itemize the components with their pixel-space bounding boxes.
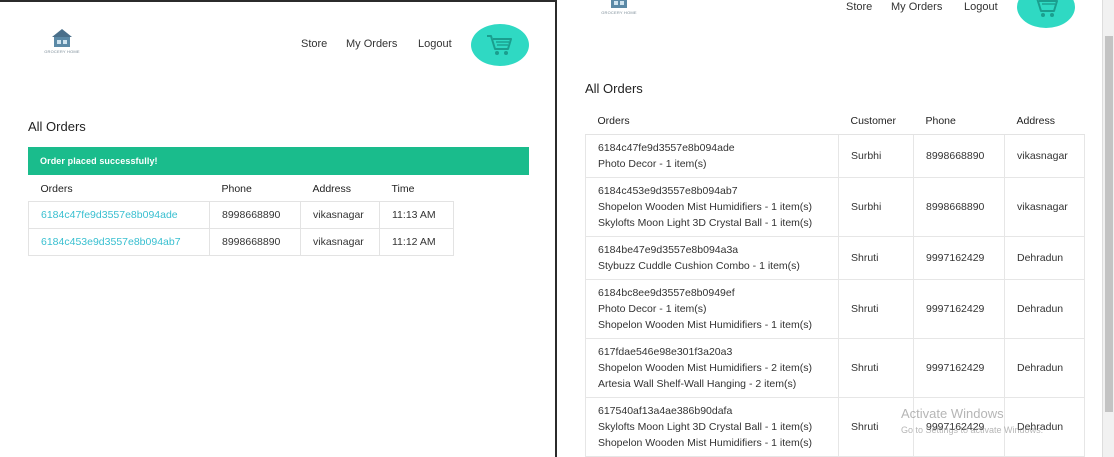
house-logo-icon	[52, 29, 72, 37]
address-cell: Dehradun	[1004, 235, 1085, 280]
table-header-row: Orders Customer Phone Address	[585, 108, 1085, 135]
address-cell: Dehradun	[1004, 278, 1085, 339]
order-item: Photo Decor - 1 item(s)	[598, 302, 707, 315]
left-window: GROCERY HOME Store My Orders Logout All …	[0, 0, 557, 457]
order-id: 6184be47e9d3557e8b094a3a	[598, 243, 739, 256]
phone-cell: 9997162429	[913, 337, 1005, 398]
table-row: 6184c453e9d3557e8b094ab7 8998668890 vika…	[28, 227, 454, 256]
time-cell: 11:13 AM	[379, 200, 454, 229]
shopping-cart-icon	[1036, 0, 1058, 17]
column-header: Orders	[40, 182, 73, 195]
order-item: Artesia Wall Shelf-Wall Hanging - 2 item…	[598, 377, 797, 390]
brand-logo[interactable]: GROCERY HOME	[42, 29, 82, 55]
page-title: All Orders	[585, 81, 643, 96]
column-header: Time	[391, 182, 415, 195]
nav-my-orders-link[interactable]: My Orders	[891, 1, 942, 13]
order-cell: 617fdae546e98e301f3a20a3 Shopelon Wooden …	[585, 337, 839, 398]
brand-name: GROCERY HOME	[601, 10, 637, 15]
all-orders-table: Orders Customer Phone Address 6184c47fe9…	[585, 108, 1085, 457]
order-item: Stybuzz Cuddle Cushion Combo - 1 item(s)	[598, 259, 800, 272]
nav-logout-link[interactable]: Logout	[418, 38, 452, 50]
activation-watermark-subtitle: Go to Settings to activate Windows.	[901, 425, 1044, 435]
phone-cell: 9997162429	[913, 278, 1005, 339]
phone-cell: 8998668890	[209, 200, 301, 229]
phone-cell: 9997162429	[913, 235, 1005, 280]
page-title: All Orders	[28, 119, 86, 134]
order-cell: 6184be47e9d3557e8b094a3a Stybuzz Cuddle C…	[585, 235, 839, 280]
table-row: 6184be47e9d3557e8b094a3a Stybuzz Cuddle C…	[585, 235, 1085, 280]
order-cell: 6184bc8ee9d3557e8b0949ef Photo Decor - 1 …	[585, 278, 839, 339]
time-cell: 11:12 AM	[379, 227, 454, 256]
address-cell: vikasnagar	[300, 227, 380, 256]
activation-watermark-title: Activate Windows	[901, 406, 1004, 421]
column-header: Customer	[838, 108, 914, 135]
table-row: 6184c453e9d3557e8b094ab7 Shopelon Wooden …	[585, 176, 1085, 237]
brand-logo[interactable]: GROCERY HOME	[599, 0, 639, 16]
order-item: Shopelon Wooden Mist Humidifiers - 1 ite…	[598, 318, 812, 331]
order-id-link[interactable]: 6184c453e9d3557e8b094ab7	[28, 227, 210, 256]
order-id: 6184c47fe9d3557e8b094ade	[598, 141, 735, 154]
nav-my-orders-link[interactable]: My Orders	[346, 38, 397, 50]
order-cell: 6184c453e9d3557e8b094ab7 Shopelon Wooden …	[585, 176, 839, 237]
table-row: 6184c47fe9d3557e8b094ade Photo Decor - 1 …	[585, 133, 1085, 178]
cart-button[interactable]	[1017, 0, 1075, 28]
order-id: 6184bc8ee9d3557e8b0949ef	[598, 286, 735, 299]
address-cell: vikasnagar	[1004, 176, 1085, 237]
column-header: Address	[312, 182, 352, 195]
nav-store-link[interactable]: Store	[846, 1, 872, 13]
order-item: Shopelon Wooden Mist Humidifiers - 1 ite…	[598, 200, 812, 213]
order-item: Shopelon Wooden Mist Humidifiers - 2 ite…	[598, 361, 812, 374]
column-header: Phone	[913, 108, 1005, 135]
vertical-scrollbar[interactable]	[1102, 0, 1114, 457]
address-cell: Dehradun	[1004, 337, 1085, 398]
address-cell: vikasnagar	[300, 200, 380, 229]
table-row: 617fdae546e98e301f3a20a3 Shopelon Wooden …	[585, 337, 1085, 398]
order-item: Shopelon Wooden Mist Humidifiers - 1 ite…	[598, 436, 812, 449]
order-cell: 617540af13a4ae386b90dafa Skylofts Moon Li…	[585, 396, 839, 457]
nav-logout-link[interactable]: Logout	[964, 1, 998, 13]
order-id: 617540af13a4ae386b90dafa	[598, 404, 733, 417]
table-row: 6184c47fe9d3557e8b094ade 8998668890 vika…	[28, 200, 454, 229]
column-header: Phone	[221, 182, 252, 195]
address-cell: vikasnagar	[1004, 133, 1085, 178]
cart-button[interactable]	[471, 24, 529, 66]
order-item: Skylofts Moon Light 3D Crystal Ball - 1 …	[598, 420, 813, 433]
success-alert: Order placed successfully!	[28, 147, 529, 175]
customer-cell: Shruti	[838, 278, 914, 339]
customer-cell: Shruti	[838, 337, 914, 398]
column-header: Orders	[585, 108, 839, 135]
customer-cell: Shruti	[838, 235, 914, 280]
order-id: 6184c453e9d3557e8b094ab7	[598, 184, 738, 197]
phone-cell: 8998668890	[209, 227, 301, 256]
table-header-row: Orders Phone Address Time	[29, 177, 454, 201]
order-item: Skylofts Moon Light 3D Crystal Ball - 1 …	[598, 216, 813, 229]
orders-table: Orders Phone Address Time 6184c47fe9d355…	[28, 177, 454, 256]
shopping-cart-icon	[487, 35, 512, 55]
customer-cell: Surbhi	[838, 133, 914, 178]
orders-table-body: 6184c47fe9d3557e8b094ade Photo Decor - 1 …	[585, 133, 1085, 457]
customer-cell: Surbhi	[838, 176, 914, 237]
column-header: Address	[1004, 108, 1085, 135]
order-id: 617fdae546e98e301f3a20a3	[598, 345, 733, 358]
brand-name: GROCERY HOME	[44, 49, 80, 54]
phone-cell: 8998668890	[913, 176, 1005, 237]
order-item: Photo Decor - 1 item(s)	[598, 157, 707, 170]
table-row: 6184bc8ee9d3557e8b0949ef Photo Decor - 1 …	[585, 278, 1085, 339]
nav-store-link[interactable]: Store	[301, 38, 327, 50]
order-id-link[interactable]: 6184c47fe9d3557e8b094ade	[28, 200, 210, 229]
phone-cell: 8998668890	[913, 133, 1005, 178]
order-cell: 6184c47fe9d3557e8b094ade Photo Decor - 1 …	[585, 133, 839, 178]
right-window: GROCERY HOME Store My Orders Logout All …	[559, 0, 1114, 457]
scrollbar-thumb[interactable]	[1105, 36, 1113, 412]
